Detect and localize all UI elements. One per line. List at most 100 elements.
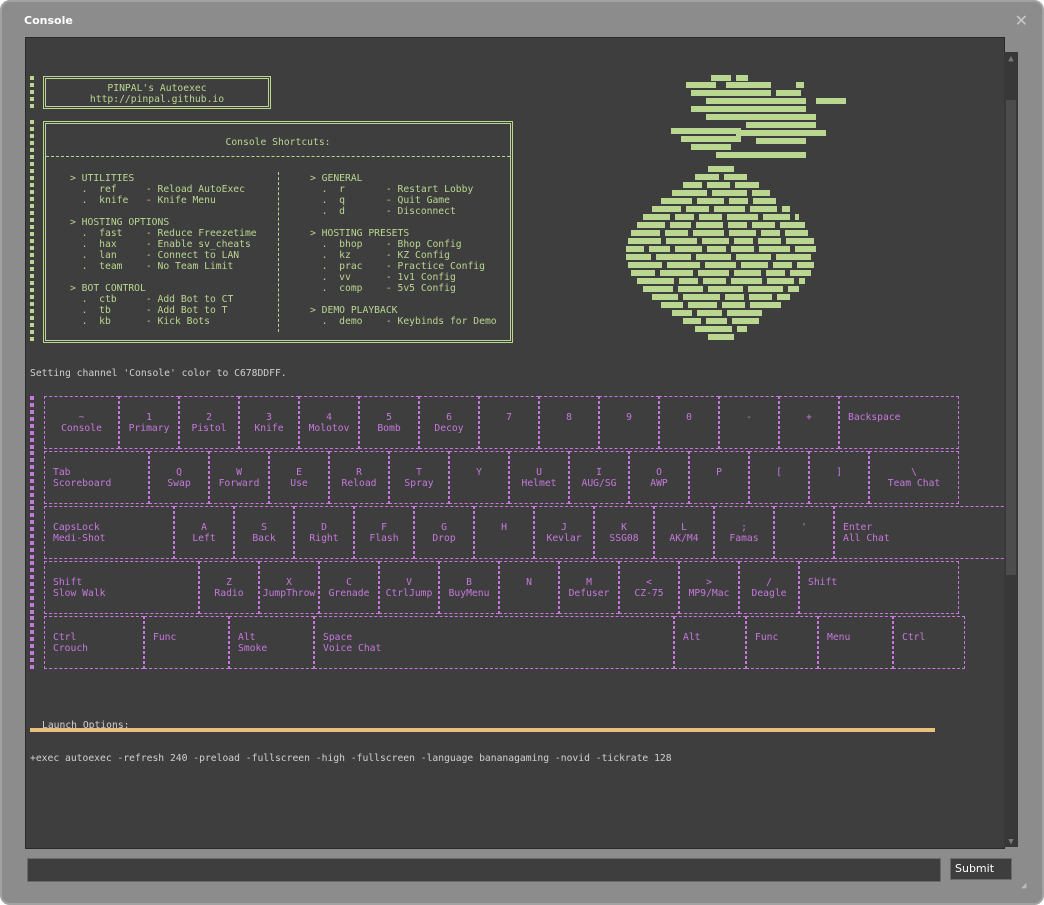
key-label: Ctrl: [53, 632, 77, 643]
keyboard-key: ': [774, 506, 834, 559]
keyboard-key: [: [749, 451, 809, 504]
submit-button[interactable]: Submit: [950, 858, 1012, 880]
header-box: PINPAL's Autoexec http://pinpal.github.i…: [43, 76, 271, 109]
key-binding: Radio: [214, 588, 244, 599]
keyboard-key: B BuyMenu: [439, 561, 499, 614]
key-label: I: [596, 467, 602, 478]
key-binding: Slow Walk: [53, 588, 106, 599]
key-binding: Helmet: [521, 478, 557, 489]
shortcuts-title: Console Shortcuts:: [225, 137, 331, 148]
console-window: Console ✕ PINPAL's Autoexec http://pinpa…: [0, 0, 1044, 905]
key-binding: CtrlJump: [385, 588, 433, 599]
console-input[interactable]: [27, 858, 941, 882]
ascii-stripe: [30, 76, 34, 108]
key-label: ]: [836, 467, 842, 478]
shortcut-line: . tb - Add Bot to T: [70, 305, 228, 316]
keyboard-key: P: [689, 451, 749, 504]
key-label: U: [536, 467, 542, 478]
shortcut-line: > DEMO PLAYBACK: [310, 305, 398, 316]
key-label: K: [621, 522, 627, 533]
keyboard-key: K SSG08: [594, 506, 654, 559]
key-binding: MP9/Mac: [688, 588, 730, 599]
keyboard-key: C Grenade: [319, 561, 379, 614]
keyboard-key: Enter All Chat: [834, 506, 1004, 559]
key-label: V: [406, 577, 412, 588]
key-label: 3: [266, 412, 272, 423]
keyboard-key: 8: [539, 396, 599, 449]
close-icon[interactable]: ✕: [1015, 11, 1028, 30]
shortcut-line: . bhop - Bhop Config: [310, 239, 462, 250]
key-binding: Use: [290, 478, 308, 489]
shortcut-line: . kb - Kick Bots: [70, 316, 210, 327]
key-label: X: [286, 577, 292, 588]
keyboard-key: Q Swap: [149, 451, 209, 504]
keyboard-key: A Left: [174, 506, 234, 559]
shortcut-line: . vv - 1v1 Config: [310, 272, 456, 283]
key-label: 8: [566, 412, 572, 423]
shortcut-line: . lan - Connect to LAN: [70, 250, 240, 261]
key-label: 1: [146, 412, 152, 423]
key-binding: Primary: [128, 423, 170, 434]
key-binding: Decoy: [434, 423, 464, 434]
key-label: Shift: [808, 577, 838, 588]
key-binding: Left: [192, 533, 216, 544]
shortcut-line: . demo - Keybinds for Demo: [310, 316, 497, 327]
scroll-thumb[interactable]: [1006, 100, 1016, 575]
scroll-up-icon[interactable]: ▲: [1006, 54, 1016, 64]
key-label: J: [561, 522, 567, 533]
key-label: ~: [78, 412, 85, 423]
scroll-down-icon[interactable]: ▼: [1006, 837, 1016, 847]
keyboard-key: 1 Primary: [119, 396, 179, 449]
scrollbar[interactable]: ▲ ▼: [1004, 52, 1018, 847]
keyboard-key: J Kevlar: [534, 506, 594, 559]
key-label: Space: [323, 632, 353, 643]
keyboard-key: +: [779, 396, 839, 449]
keyboard-key: Backspace: [839, 396, 959, 449]
key-label: +: [806, 412, 812, 423]
key-label: 5: [386, 412, 392, 423]
pineapple-art: [626, 75, 846, 340]
key-label: R: [356, 467, 362, 478]
key-label: O: [656, 467, 662, 478]
keyboard-key: D Right: [294, 506, 354, 559]
key-binding: Reload: [341, 478, 377, 489]
keyboard-key: CapsLock Medi-Shot: [44, 506, 174, 559]
shortcut-line: [310, 217, 497, 228]
keyboard-key: Ctrl Crouch: [44, 616, 144, 669]
key-binding: CZ-75: [634, 588, 664, 599]
key-label: D: [321, 522, 327, 533]
keyboard-key: X JumpThrow: [259, 561, 319, 614]
key-binding: Famas: [729, 533, 759, 544]
keyboard-key: ~ Console: [44, 396, 119, 449]
keyboard-key: Z Radio: [199, 561, 259, 614]
shortcut-line: . kz - KZ Config: [310, 250, 450, 261]
keyboard-key: 9: [599, 396, 659, 449]
key-binding: Flash: [369, 533, 399, 544]
console-output: PINPAL's Autoexec http://pinpal.github.i…: [25, 37, 1005, 849]
key-label: H: [501, 522, 507, 533]
key-binding: Voice Chat: [323, 643, 382, 654]
key-binding: Back: [252, 533, 276, 544]
keyboard-key: Shift Slow Walk: [44, 561, 199, 614]
key-label: [: [776, 467, 782, 478]
key-label: P: [716, 467, 722, 478]
key-label: Menu: [827, 632, 851, 643]
key-binding: SSG08: [609, 533, 639, 544]
key-label: A: [201, 522, 207, 533]
keyboard-key: / Deagle: [739, 561, 799, 614]
resize-grip-icon[interactable]: ◢: [1021, 881, 1031, 891]
keyboard-key: I AUG/SG: [569, 451, 629, 504]
key-binding: Smoke: [238, 643, 268, 654]
key-binding: AK/M4: [669, 533, 699, 544]
shortcut-line: . ref - Reload AutoExec: [70, 184, 245, 195]
key-label: W: [236, 467, 242, 478]
keyboard-key: 3 Knife: [239, 396, 299, 449]
keyboard-key: Shift: [799, 561, 959, 614]
key-label: C: [346, 577, 352, 588]
shortcut-line: > HOSTING PRESETS: [310, 228, 410, 239]
key-label: S: [261, 522, 267, 533]
divider-bar: [30, 728, 935, 732]
shortcut-line: . prac - Practice Config: [310, 261, 485, 272]
shortcuts-right: > GENERAL . r - Restart Lobby . q - Quit…: [310, 173, 497, 327]
key-label: <: [646, 577, 652, 588]
